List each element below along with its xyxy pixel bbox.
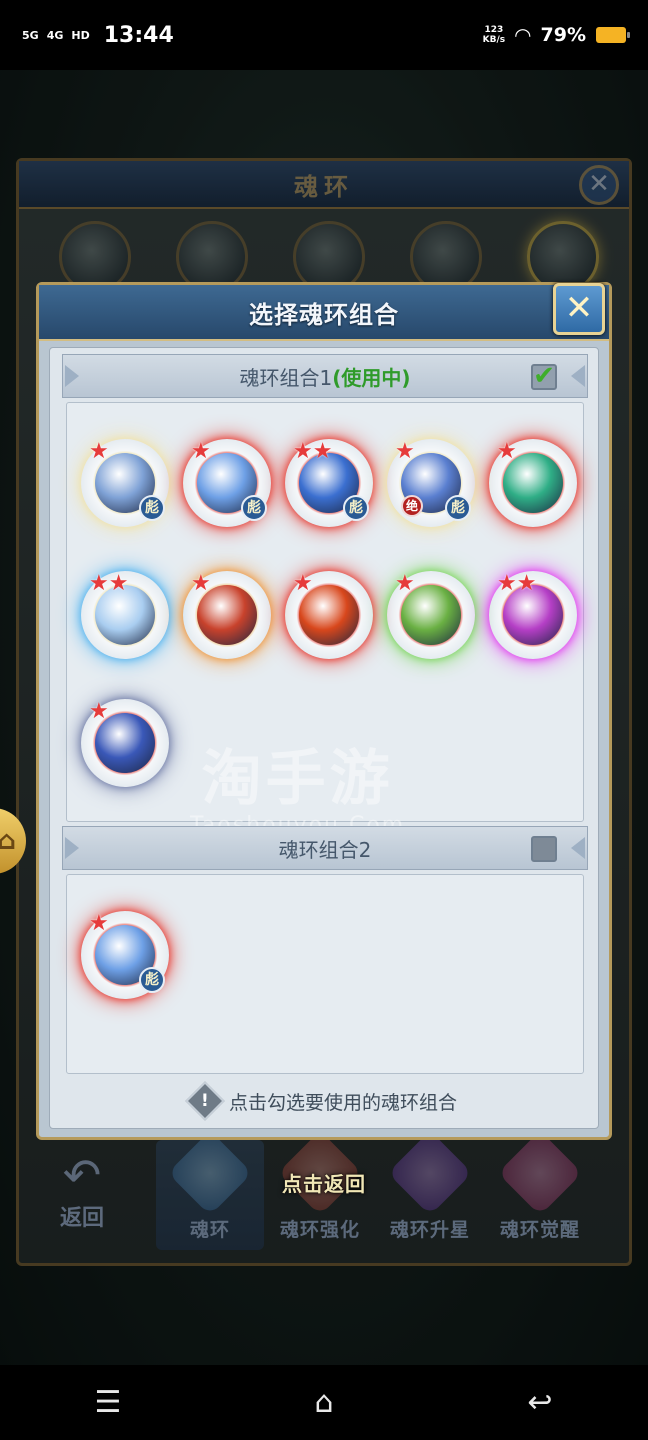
star-rank-icon: ★★ <box>497 571 537 596</box>
group1-header[interactable]: 魂环组合1 (使用中) ✔ <box>62 354 588 398</box>
dialog-close-button[interactable]: ✕ <box>553 283 605 335</box>
ring-type-badge: 彪 <box>139 967 165 993</box>
star-rank-icon: ★ <box>395 439 415 464</box>
home-key-icon[interactable]: ⌂ <box>294 1385 354 1420</box>
battery-percent: 79% <box>540 24 586 46</box>
soul-ring-icon[interactable]: ★ 彪 <box>183 439 271 527</box>
soul-ring-icon[interactable]: ★★ <box>81 571 169 659</box>
star-rank-icon: ★ <box>293 571 313 596</box>
soul-ring-icon[interactable]: ★ <box>387 571 475 659</box>
soul-ring-icon[interactable]: ★ <box>489 439 577 527</box>
group1-checkbox[interactable]: ✔ <box>531 363 557 390</box>
soul-ring-icon[interactable]: ★★ <box>489 571 577 659</box>
warning-icon: ! <box>185 1081 225 1121</box>
star-rank-icon: ★ <box>191 571 211 596</box>
hint-row: ! 点击勾选要使用的魂环组合 <box>39 1081 609 1121</box>
group2-ring-area: ★ 彪 <box>66 874 584 1074</box>
star-rank-icon: ★ <box>89 439 109 464</box>
group2-checkbox[interactable] <box>531 836 557 862</box>
group1-title: 魂环组合1 <box>239 365 333 390</box>
group2-header[interactable]: 魂环组合2 <box>62 826 588 870</box>
ring-type-badge: 彪 <box>139 495 165 521</box>
group2-title: 魂环组合2 <box>278 837 372 862</box>
star-rank-icon: ★ <box>89 911 109 936</box>
ring-type-badge: 彪 <box>241 495 267 521</box>
star-rank-icon: ★★ <box>293 439 333 464</box>
dialog-body: 魂环组合1 (使用中) ✔ ★彪★彪★★彪★彪绝★★★★★★★★★ 淘手游 Ta… <box>49 347 599 1129</box>
menu-key-icon[interactable]: ☰ <box>78 1385 138 1420</box>
hd-badge: HD <box>71 28 90 42</box>
clock: 13:44 <box>103 22 174 48</box>
net-speed: 123 KB/s <box>482 25 506 45</box>
select-soul-ring-combo-dialog: 选择魂环组合 ✕ 魂环组合1 (使用中) ✔ ★ 彪 ★ 彪 ★★ 彪 ★ 彪绝 ★ ★★ ★ ★ ★ ★… <box>36 282 612 1140</box>
soul-ring-icon[interactable]: ★ <box>81 699 169 787</box>
star-rank-icon: ★ <box>191 439 211 464</box>
system-nav-bar: ☰ ⌂ ↩ <box>0 1365 648 1440</box>
click-return-hint[interactable]: 点击返回 <box>282 1168 366 1197</box>
star-rank-icon: ★ <box>497 439 517 464</box>
soul-ring-icon[interactable]: ★ 彪 <box>81 911 169 999</box>
wifi-icon: ◠ <box>515 23 531 47</box>
battery-icon <box>596 27 630 43</box>
star-rank-icon: ★ <box>89 699 109 724</box>
soul-ring-icon[interactable]: ★ 彪绝 <box>387 439 475 527</box>
back-key-icon[interactable]: ↩ <box>510 1385 570 1420</box>
dialog-header: 选择魂环组合 <box>39 285 609 341</box>
soul-ring-icon[interactable]: ★ <box>183 571 271 659</box>
ring-type-badge: 彪 <box>343 495 369 521</box>
watermark: 淘手游 Taoshouyou.Com <box>190 744 403 838</box>
signal-4g: 4G <box>46 28 64 42</box>
soul-ring-icon[interactable]: ★★ 彪 <box>285 439 373 527</box>
ring-type-badge: 彪 <box>445 495 471 521</box>
soul-ring-icon[interactable]: ★ 彪 <box>81 439 169 527</box>
star-rank-icon: ★★ <box>89 571 129 596</box>
hint-text: 点击勾选要使用的魂环组合 <box>228 1091 457 1114</box>
status-bar: 5G 4G HD 13:44 123 KB/s ◠ 79% <box>0 0 648 70</box>
signal-5g: 5G <box>22 28 39 42</box>
ultimate-badge: 绝 <box>401 495 423 517</box>
soul-ring-icon[interactable]: ★ <box>285 571 373 659</box>
dialog-title: 选择魂环组合 <box>249 300 399 329</box>
star-rank-icon: ★ <box>395 571 415 596</box>
group1-status: (使用中) <box>332 365 411 390</box>
